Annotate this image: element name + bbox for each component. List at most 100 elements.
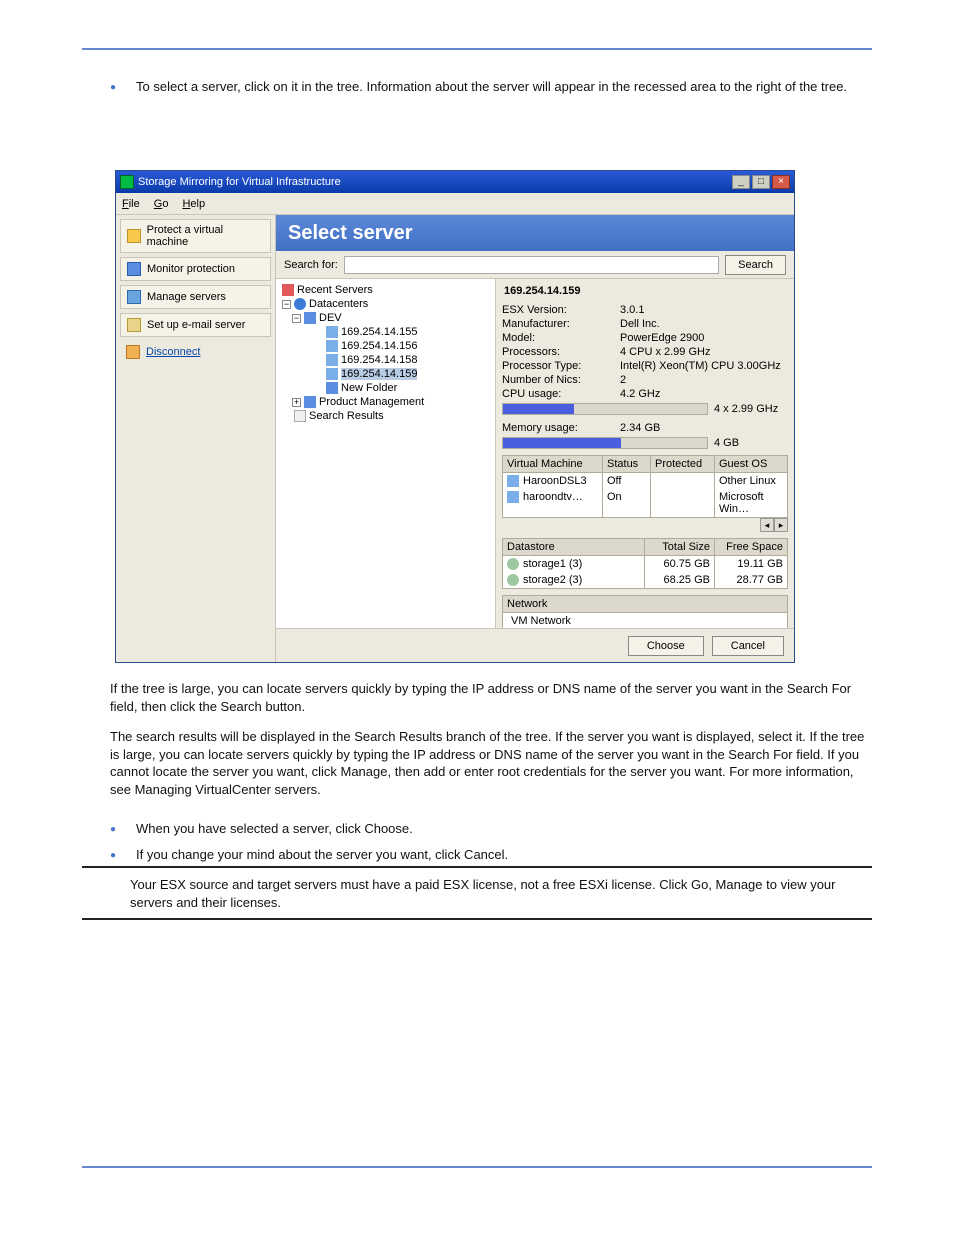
col-status[interactable]: Status	[603, 456, 651, 472]
table-row[interactable]: storage2 (3) 68.25 GB 28.77 GB	[503, 572, 787, 588]
vm-status: On	[603, 489, 651, 517]
minimize-button[interactable]: _	[732, 175, 750, 189]
menu-help[interactable]: Help	[182, 198, 205, 210]
table-row[interactable]: storage1 (3) 60.75 GB 19.11 GB	[503, 556, 787, 572]
kv-label: CPU usage:	[502, 388, 620, 400]
vm-protected	[651, 489, 715, 517]
table-row[interactable]: HaroonDSL3 Off Other Linux	[503, 473, 787, 489]
menubar: FFileile Go Help	[116, 193, 794, 215]
close-button[interactable]: ×	[772, 175, 790, 189]
sidebar-setup-mail[interactable]: Set up e-mail server	[120, 313, 271, 337]
kv-value: 3.0.1	[620, 304, 644, 316]
list-item[interactable]: VM Network	[503, 613, 787, 628]
table-row[interactable]: haroondtv… On Microsoft Win…	[503, 489, 787, 517]
col-guestos[interactable]: Guest OS	[715, 456, 787, 472]
doc-line5: If you change your mind about the server…	[110, 846, 872, 864]
datastore-icon	[507, 558, 519, 570]
page-rule-top	[82, 48, 872, 50]
dialog-footer: Choose Cancel	[276, 628, 794, 662]
doc-line2: If the tree is large, you can locate ser…	[110, 680, 872, 715]
folder-icon	[304, 396, 316, 408]
tree-leaf-selected[interactable]: 169.254.14.159	[341, 368, 417, 380]
ds-free: 19.11 GB	[715, 556, 787, 572]
vm-status: Off	[603, 473, 651, 489]
vm-name: haroondtv…	[523, 491, 583, 503]
ds-total: 68.25 GB	[645, 572, 715, 588]
search-label: Search for:	[284, 259, 338, 271]
tree-toggle[interactable]: −	[282, 300, 291, 309]
choose-button[interactable]: Choose	[628, 636, 704, 656]
sidebar-disconnect-label: Disconnect	[146, 346, 200, 358]
sidebar-manage-label: Manage servers	[147, 291, 226, 303]
tree-datacenters[interactable]: Datacenters	[309, 298, 368, 310]
col-vm[interactable]: Virtual Machine	[503, 456, 603, 472]
server-tree[interactable]: Recent Servers −Datacenters −DEV 169.254…	[276, 279, 496, 628]
kv-value: 2	[620, 374, 626, 386]
details-title: 169.254.14.159	[502, 283, 788, 303]
datacenter-icon	[294, 298, 306, 310]
app-icon	[120, 175, 134, 189]
scroll-right-icon[interactable]: ▸	[774, 518, 788, 532]
cancel-button[interactable]: Cancel	[712, 636, 784, 656]
maximize-button[interactable]: □	[752, 175, 770, 189]
mail-icon	[127, 318, 141, 332]
col-freespace[interactable]: Free Space	[715, 539, 787, 555]
doc-line3: The search results will be displayed in …	[110, 728, 872, 798]
network-name: VM Network	[511, 615, 571, 627]
cpu-gauge	[502, 403, 708, 415]
kv-value: 4 CPU x 2.99 GHz	[620, 346, 710, 358]
kv-label: ESX Version:	[502, 304, 620, 316]
tree-toggle[interactable]: +	[292, 398, 301, 407]
ds-total: 60.75 GB	[645, 556, 715, 572]
tree-leaf[interactable]: 169.254.14.156	[341, 340, 417, 352]
server-icon	[326, 326, 338, 338]
doc-line1: To select a server, click on it in the t…	[110, 78, 872, 96]
search-input[interactable]	[344, 256, 719, 274]
ds-table-head: Datastore Total Size Free Space	[502, 538, 788, 556]
kv-label: Manufacturer:	[502, 318, 620, 330]
folder-icon	[326, 382, 338, 394]
sidebar-monitor-label: Monitor protection	[147, 263, 235, 275]
kv-value: Intel(R) Xeon(TM) CPU 3.00GHz	[620, 360, 781, 372]
search-row: Search for: Search	[276, 251, 794, 279]
search-button[interactable]: Search	[725, 255, 786, 275]
mem-gauge	[502, 437, 708, 449]
kv-label: Processors:	[502, 346, 620, 358]
tree-newfolder[interactable]: New Folder	[341, 382, 397, 394]
vm-os: Microsoft Win…	[715, 489, 787, 517]
col-protected[interactable]: Protected	[651, 456, 715, 472]
kv-label: Model:	[502, 332, 620, 344]
ds-free: 28.77 GB	[715, 572, 787, 588]
page-rule-bottom	[82, 1166, 872, 1168]
ds-name: storage2 (3)	[523, 574, 582, 586]
menu-go[interactable]: Go	[154, 198, 169, 210]
tree-searchresults[interactable]: Search Results	[309, 410, 384, 422]
vm-table-body: HaroonDSL3 Off Other Linux haroondtv… On…	[502, 473, 788, 518]
tree-prodmgmt[interactable]: Product Management	[319, 396, 424, 408]
sidebar: Protect a virtual machine Monitor protec…	[116, 215, 276, 662]
sidebar-manage[interactable]: Manage servers	[120, 285, 271, 309]
ds-table-body: storage1 (3) 60.75 GB 19.11 GB storage2 …	[502, 556, 788, 589]
vm-icon	[507, 475, 519, 487]
doc-line4: When you have selected a server, click C…	[110, 820, 872, 838]
col-datastore[interactable]: Datastore	[503, 539, 645, 555]
sidebar-monitor[interactable]: Monitor protection	[120, 257, 271, 281]
note-rule-bottom	[82, 918, 872, 920]
tree-recent[interactable]: Recent Servers	[297, 284, 373, 296]
window-title: Storage Mirroring for Virtual Infrastruc…	[138, 176, 341, 188]
kv-label: Processor Type:	[502, 360, 620, 372]
menu-file[interactable]: FFileile	[122, 198, 140, 210]
col-totalsize[interactable]: Total Size	[645, 539, 715, 555]
sidebar-disconnect[interactable]: Disconnect	[120, 341, 271, 363]
tree-dev[interactable]: DEV	[319, 312, 342, 324]
page-banner: Select server	[276, 215, 794, 251]
ds-name: storage1 (3)	[523, 558, 582, 570]
tree-leaf[interactable]: 169.254.14.155	[341, 326, 417, 338]
scroll-left-icon[interactable]: ◂	[760, 518, 774, 532]
search-results-icon	[294, 410, 306, 422]
note-rule-top	[82, 866, 872, 868]
tree-toggle[interactable]: −	[292, 314, 301, 323]
titlebar[interactable]: Storage Mirroring for Virtual Infrastruc…	[116, 171, 794, 193]
sidebar-protect[interactable]: Protect a virtual machine	[120, 219, 271, 253]
tree-leaf[interactable]: 169.254.14.158	[341, 354, 417, 366]
